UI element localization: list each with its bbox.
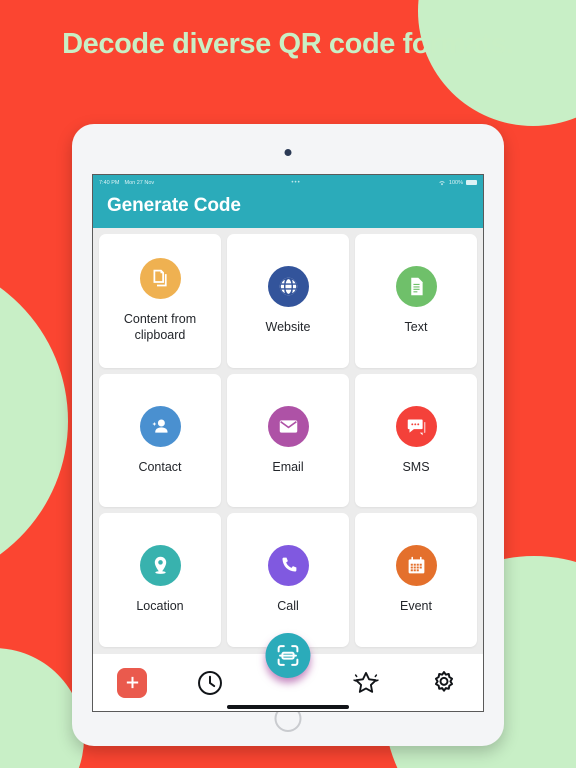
grid-item-label: Event xyxy=(400,599,432,614)
grid-item-text[interactable]: Text xyxy=(355,234,477,368)
phone-icon xyxy=(267,545,309,587)
grid-item-clipboard[interactable]: Content from clipboard xyxy=(99,234,221,368)
globe-icon xyxy=(267,266,309,308)
grid-item-label: Location xyxy=(136,599,184,614)
document-icon xyxy=(395,266,437,308)
poster-headline: Decode diverse QR code formats. xyxy=(62,28,514,60)
status-center-dots: ••• xyxy=(291,179,301,186)
nav-favorites-button[interactable] xyxy=(344,661,388,705)
scan-qr-fab[interactable] xyxy=(265,633,311,678)
scan-qr-icon xyxy=(277,645,299,666)
device-screen: 7:40 PM Mon 27 Nov ••• 100% Generate Cod… xyxy=(92,174,484,712)
grid-item-label: Text xyxy=(404,320,428,335)
nav-add-button[interactable] xyxy=(110,661,154,705)
nav-history-button[interactable] xyxy=(188,661,232,705)
battery-percent: 100% xyxy=(448,179,463,186)
front-camera-icon xyxy=(284,149,292,156)
decorative-circle-top-right xyxy=(418,0,576,126)
grid-item-event[interactable]: Event xyxy=(355,513,477,647)
map-pin-icon xyxy=(139,545,181,587)
status-time: 7:40 PM xyxy=(99,179,120,186)
grid-item-label: Email xyxy=(272,459,304,474)
grid-item-label: SMS xyxy=(402,459,430,474)
code-type-grid: Content from clipboard Website Text Cont… xyxy=(93,228,483,653)
grid-item-label: Website xyxy=(265,320,311,335)
grid-item-call[interactable]: Call xyxy=(227,513,349,647)
battery-icon xyxy=(466,179,477,186)
status-bar-right: 100% xyxy=(438,179,477,187)
star-icon xyxy=(353,671,379,693)
bottom-navigation xyxy=(93,633,483,711)
status-bar: 7:40 PM Mon 27 Nov ••• 100% xyxy=(93,175,483,190)
grid-item-location[interactable]: Location xyxy=(99,513,221,647)
status-bar-left: 7:40 PM Mon 27 Nov xyxy=(99,180,154,186)
person-add-icon xyxy=(139,405,181,447)
grid-item-label: Call xyxy=(277,599,299,614)
grid-item-label: Contact xyxy=(138,459,182,474)
grid-item-contact[interactable]: Contact xyxy=(99,373,221,508)
clipboard-copy-icon xyxy=(139,258,181,300)
decorative-circle-left xyxy=(0,256,68,586)
gear-icon xyxy=(434,670,454,692)
app-bar-title: Generate Code xyxy=(93,190,483,228)
calendar-icon xyxy=(395,545,437,587)
status-date: Mon 27 Nov xyxy=(124,179,155,186)
grid-item-website[interactable]: Website xyxy=(227,234,349,368)
tablet-device: 7:40 PM Mon 27 Nov ••• 100% Generate Cod… xyxy=(72,124,504,746)
wifi-icon xyxy=(439,180,445,185)
chat-bubble-icon xyxy=(395,405,437,447)
envelope-icon xyxy=(267,405,309,447)
poster-canvas: Decode diverse QR code formats. 7:40 PM … xyxy=(0,0,576,768)
nav-settings-button[interactable] xyxy=(422,661,466,705)
plus-icon xyxy=(117,667,147,698)
home-indicator xyxy=(227,705,349,709)
clock-icon xyxy=(198,670,222,695)
grid-item-email[interactable]: Email xyxy=(227,373,349,508)
grid-item-label: Content from clipboard xyxy=(123,312,197,342)
grid-item-sms[interactable]: SMS xyxy=(355,373,477,508)
